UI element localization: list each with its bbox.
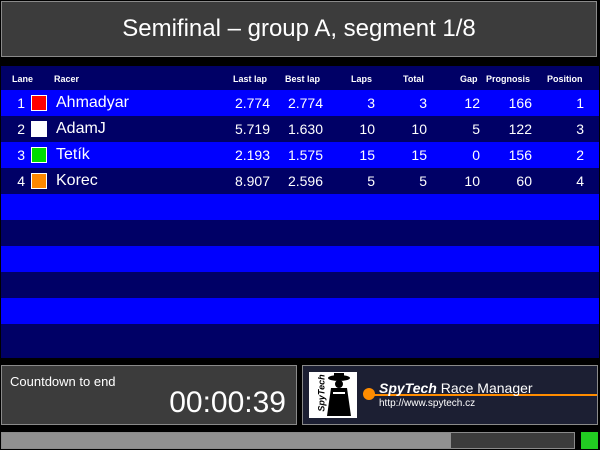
best-lap-cell: 2.774 — [287, 95, 323, 111]
empty-row — [1, 272, 599, 298]
spy-figure-icon: SpyTech — [309, 372, 357, 418]
lane-color-swatch — [31, 147, 47, 163]
racer-name: Ahmadyar — [56, 94, 129, 111]
best-lap-cell: 2.596 — [287, 173, 323, 189]
last-lap-cell: 8.907 — [234, 173, 270, 189]
position-cell: 3 — [576, 121, 584, 137]
countdown-panel: Countdown to end 00:00:39 — [1, 365, 297, 425]
best-lap-cell: 1.630 — [287, 121, 323, 137]
results-table: Lane Racer Last lap Best lap Laps Total … — [1, 66, 599, 358]
segment-progress-bar — [1, 432, 575, 449]
countdown-label: Countdown to end — [10, 374, 116, 389]
total-cell: 10 — [411, 121, 427, 137]
status-indicator — [581, 432, 598, 449]
gap-cell: 10 — [464, 173, 480, 189]
brand-name-bold: SpyTech — [379, 380, 437, 396]
header-prognosis: Prognosis — [486, 74, 531, 84]
gap-cell: 0 — [472, 147, 480, 163]
lane-color-swatch — [31, 121, 47, 137]
last-lap-cell: 2.774 — [234, 95, 270, 111]
header-gap: Gap — [460, 74, 478, 84]
segment-progress-fill — [2, 433, 452, 448]
brand-url: http://www.spytech.cz — [379, 398, 476, 409]
total-cell: 3 — [419, 95, 427, 111]
racer-name: AdamJ — [56, 120, 106, 137]
laps-cell: 15 — [359, 147, 375, 163]
lane-color-swatch — [31, 95, 47, 111]
gap-cell: 12 — [464, 95, 480, 111]
racer-name: Korec — [56, 172, 98, 189]
lane-color-swatch — [31, 173, 47, 189]
laps-cell: 10 — [359, 121, 375, 137]
brand-name: SpyTech Race Manager — [379, 380, 533, 396]
prognosis-cell: 156 — [508, 147, 532, 163]
brand-block: SpyTech Race Manager http://www.spytech.… — [363, 374, 597, 418]
header-racer: Racer — [54, 74, 80, 84]
gap-cell: 5 — [472, 121, 480, 137]
brand-name-rest: Race Manager — [436, 380, 533, 396]
prognosis-cell: 60 — [516, 173, 532, 189]
emblem-text: SpyTech — [316, 374, 327, 412]
lane-cell: 1 — [17, 95, 25, 111]
last-lap-cell: 2.193 — [234, 147, 270, 163]
lane-cell: 4 — [17, 173, 25, 189]
position-cell: 2 — [576, 147, 584, 163]
racer-name: Tetík — [56, 146, 90, 163]
table-row: 1 Ahmadyar 2.774 2.774 3 3 12 166 1 — [1, 90, 599, 116]
spytech-logo-panel: SpyTech SpyTech Race Manager http://www.… — [302, 365, 598, 425]
empty-row — [1, 246, 599, 272]
empty-row — [1, 298, 599, 324]
race-title: Semifinal – group A, segment 1/8 — [1, 1, 597, 57]
header-best-lap: Best lap — [285, 74, 321, 84]
last-lap-cell: 5.719 — [234, 121, 270, 137]
prognosis-cell: 166 — [508, 95, 532, 111]
prognosis-cell: 122 — [508, 121, 532, 137]
table-header: Lane Racer Last lap Best lap Laps Total … — [1, 66, 599, 90]
table-row: 3 Tetík 2.193 1.575 15 15 0 156 2 — [1, 142, 599, 168]
header-total: Total — [403, 74, 424, 84]
position-cell: 1 — [576, 95, 584, 111]
position-cell: 4 — [576, 173, 584, 189]
laps-cell: 5 — [367, 173, 375, 189]
header-position: Position — [547, 74, 583, 84]
countdown-timer: 00:00:39 — [169, 386, 286, 419]
lane-cell: 3 — [17, 147, 25, 163]
lane-cell: 2 — [17, 121, 25, 137]
empty-row — [1, 324, 599, 350]
empty-row — [1, 194, 599, 220]
total-cell: 5 — [419, 173, 427, 189]
header-lane: Lane — [12, 74, 34, 84]
best-lap-cell: 1.575 — [287, 147, 323, 163]
laps-cell: 3 — [367, 95, 375, 111]
total-cell: 15 — [411, 147, 427, 163]
empty-row — [1, 220, 599, 246]
header-laps: Laps — [351, 74, 373, 84]
header-last-lap: Last lap — [233, 74, 268, 84]
table-row: 2 AdamJ 5.719 1.630 10 10 5 122 3 — [1, 116, 599, 142]
table-row: 4 Korec 8.907 2.596 5 5 10 60 4 — [1, 168, 599, 194]
